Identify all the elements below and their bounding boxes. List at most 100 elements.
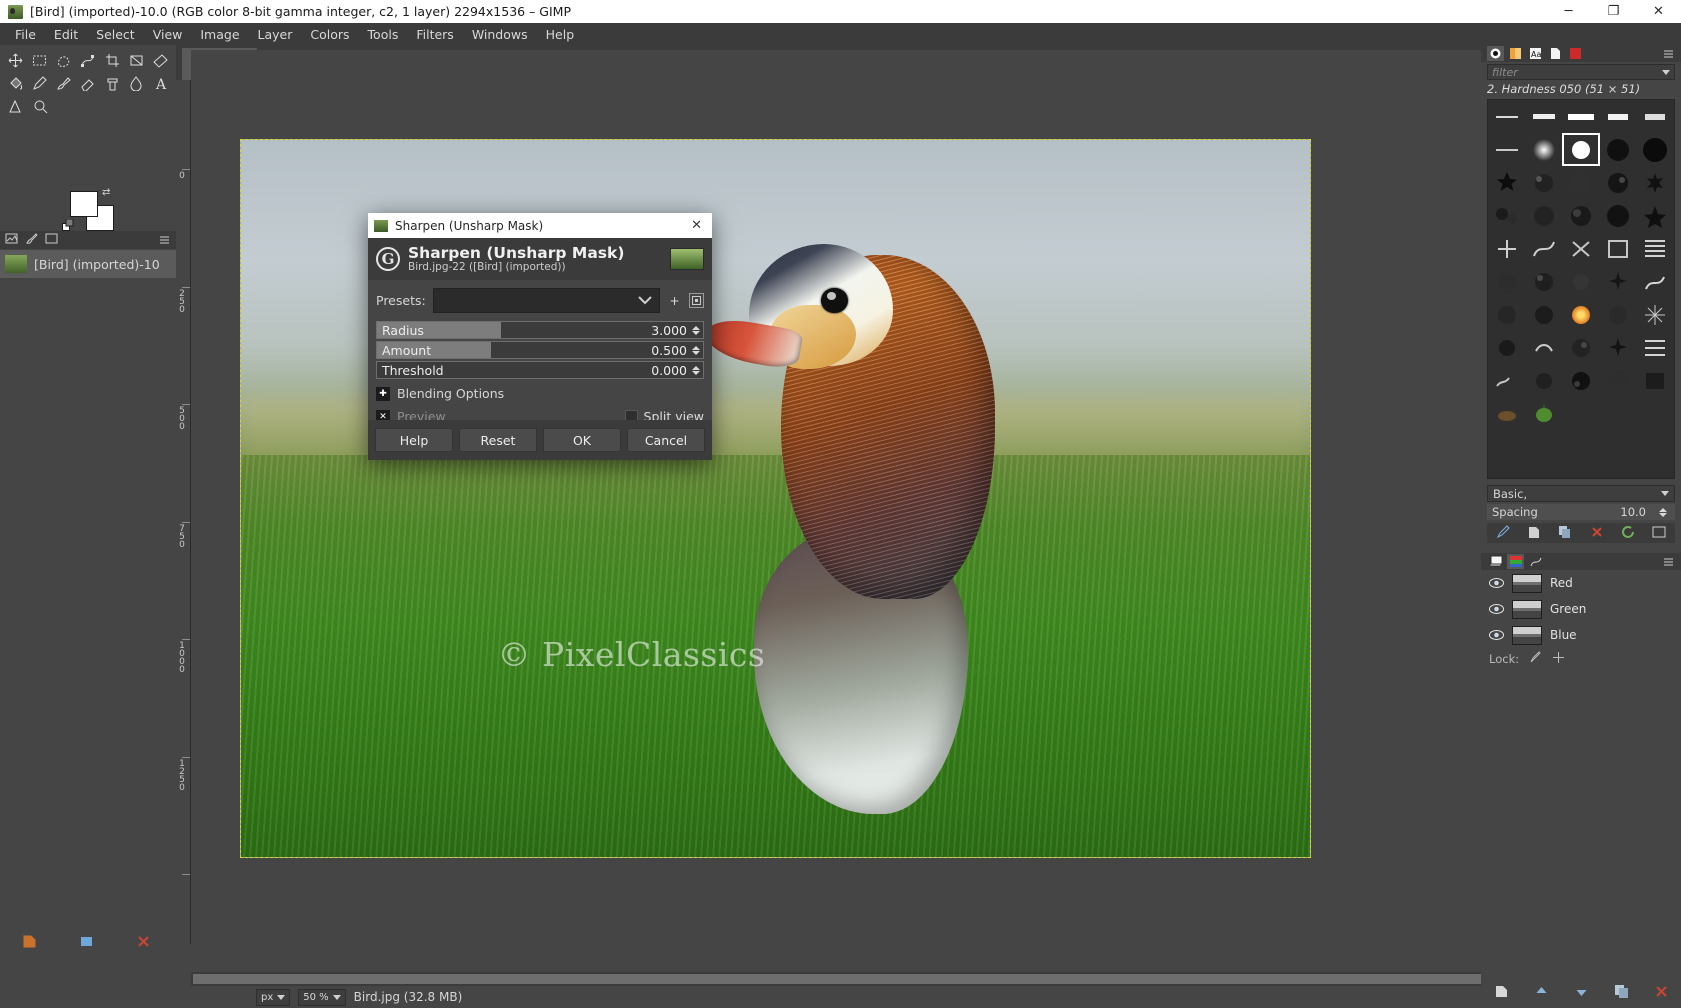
channel-row-blue[interactable]: Blue [1481, 622, 1681, 648]
brush-item[interactable] [1525, 133, 1562, 166]
brush-item[interactable] [1637, 232, 1674, 265]
brush-item[interactable] [1488, 166, 1525, 199]
smudge-tool-icon[interactable] [124, 72, 148, 95]
menu-select[interactable]: Select [87, 25, 144, 44]
brush-item[interactable] [1637, 298, 1674, 331]
images-tab-icon[interactable] [5, 232, 18, 248]
lock-pixels-icon[interactable] [1529, 651, 1542, 667]
brush-tag-selector[interactable]: Basic, [1487, 485, 1675, 502]
delete-channel-icon[interactable] [1654, 984, 1669, 1002]
duplicate-brush-icon[interactable] [1558, 525, 1572, 542]
open-brush-as-image-icon[interactable] [1652, 525, 1666, 542]
brush-item[interactable] [1600, 100, 1637, 133]
brush-item[interactable] [1600, 397, 1637, 430]
ok-button[interactable]: OK [543, 428, 621, 452]
brush-item[interactable] [1600, 364, 1637, 397]
menu-image[interactable]: Image [191, 25, 248, 44]
clone-tool-icon[interactable] [100, 72, 124, 95]
brush-item[interactable] [1525, 331, 1562, 364]
edit-brush-icon[interactable] [1496, 525, 1510, 542]
new-channel-icon[interactable] [1494, 984, 1509, 1002]
chevron-down-icon[interactable] [1661, 491, 1669, 496]
brush-item[interactable] [1488, 232, 1525, 265]
transform-tool-icon[interactable] [124, 49, 148, 72]
new-brush-icon[interactable] [1527, 525, 1541, 542]
brush-item[interactable] [1525, 166, 1562, 199]
brush-item[interactable] [1562, 298, 1599, 331]
new-image-icon[interactable] [22, 934, 37, 952]
visibility-eye-icon[interactable] [1489, 629, 1504, 641]
dock-menu-icon[interactable] [1660, 554, 1677, 569]
brush-item[interactable] [1562, 100, 1599, 133]
image-entry-label[interactable]: [Bird] (imported)-10 [34, 257, 160, 272]
bucket-fill-tool-icon[interactable] [3, 72, 27, 95]
brush-item[interactable] [1637, 166, 1674, 199]
rect-select-tool-icon[interactable] [27, 49, 51, 72]
brush-item[interactable] [1562, 232, 1599, 265]
menu-filters[interactable]: Filters [407, 25, 462, 44]
image-canvas[interactable]: © PixelClassics [191, 50, 1667, 972]
brush-item[interactable] [1637, 100, 1674, 133]
amount-slider[interactable]: Amount 0.500 [376, 341, 704, 359]
brush-item[interactable] [1562, 397, 1599, 430]
chevron-down-icon[interactable] [637, 293, 653, 308]
brush-item[interactable] [1637, 331, 1674, 364]
raise-channel-icon[interactable] [1534, 984, 1549, 1002]
radius-slider[interactable]: Radius 3.000 [376, 321, 704, 339]
brush-item[interactable] [1600, 298, 1637, 331]
amount-value[interactable]: 0.500 [651, 343, 691, 358]
move-tool-icon[interactable] [3, 49, 27, 72]
visibility-eye-icon[interactable] [1489, 603, 1504, 615]
zoom-selector[interactable]: 50 % [298, 989, 345, 1006]
brush-item[interactable] [1600, 133, 1637, 166]
brush-item[interactable] [1562, 265, 1599, 298]
menu-layer[interactable]: Layer [249, 25, 302, 44]
lock-position-icon[interactable] [1552, 651, 1565, 667]
swap-colors-icon[interactable]: ⇄ [102, 187, 110, 198]
brush-item[interactable] [1525, 232, 1562, 265]
delete-brush-icon[interactable] [1590, 525, 1604, 542]
dock-menu-icon[interactable] [159, 233, 176, 248]
brush-item[interactable] [1525, 397, 1562, 430]
menu-colors[interactable]: Colors [301, 25, 358, 44]
chevron-down-icon[interactable] [1662, 70, 1670, 75]
dock-menu-icon[interactable] [1660, 46, 1677, 61]
documents-tab-icon[interactable] [1547, 46, 1564, 61]
refresh-brushes-icon[interactable] [1621, 525, 1635, 542]
brush-item[interactable] [1488, 331, 1525, 364]
paths-tab-icon[interactable] [1527, 554, 1544, 569]
brush-item[interactable] [1637, 397, 1674, 430]
brush-item[interactable] [1525, 265, 1562, 298]
channel-row-red[interactable]: Red [1481, 570, 1681, 596]
paintbrush-tool-icon[interactable] [52, 72, 76, 95]
brush-grid[interactable] [1487, 99, 1675, 479]
dialog-close-icon[interactable]: ✕ [687, 218, 706, 233]
foreground-color-swatch[interactable] [70, 191, 98, 217]
brush-item[interactable] [1525, 100, 1562, 133]
brush-item[interactable] [1562, 166, 1599, 199]
threshold-slider[interactable]: Threshold 0.000 [376, 361, 704, 379]
unit-selector[interactable]: px [256, 989, 290, 1006]
eraser-tool-icon[interactable] [76, 72, 100, 95]
brush-item[interactable] [1488, 199, 1525, 232]
free-select-tool-icon[interactable] [52, 49, 76, 72]
brush-item[interactable] [1637, 364, 1674, 397]
menu-tools[interactable]: Tools [359, 25, 408, 44]
layers-tab-icon[interactable] [1487, 554, 1504, 569]
brush-item[interactable] [1525, 199, 1562, 232]
spacing-stepper[interactable] [1658, 508, 1667, 517]
brush-item[interactable] [1562, 364, 1599, 397]
menu-file[interactable]: File [6, 25, 45, 44]
maximize-button[interactable]: ❐ [1591, 0, 1636, 23]
threshold-stepper[interactable] [691, 366, 700, 375]
menu-help[interactable]: Help [537, 25, 584, 44]
manage-presets-button[interactable] [689, 293, 704, 308]
radius-value[interactable]: 3.000 [651, 323, 691, 338]
pencil-tool-icon[interactable] [27, 72, 51, 95]
brush-item[interactable] [1488, 265, 1525, 298]
brush-item[interactable] [1488, 298, 1525, 331]
gradients-tab-icon[interactable] [1507, 46, 1524, 61]
brush-item[interactable] [1600, 232, 1637, 265]
paths-tool-icon[interactable] [76, 49, 100, 72]
crop-tool-icon[interactable] [100, 49, 124, 72]
